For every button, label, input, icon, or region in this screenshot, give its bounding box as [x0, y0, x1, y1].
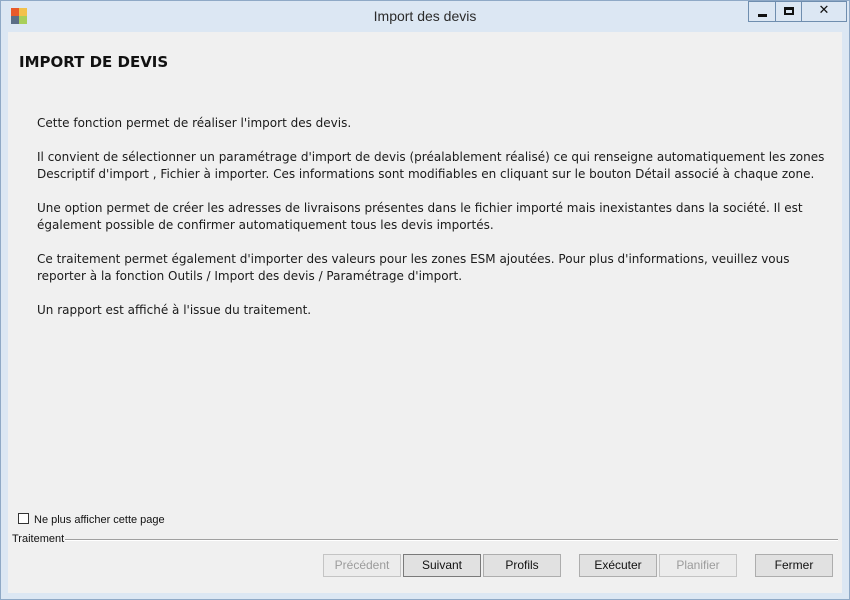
minimize-icon — [758, 14, 767, 17]
description-paragraph: Ce traitement permet également d'importe… — [37, 252, 790, 283]
traitement-group-label: Traitement — [12, 533, 65, 545]
maximize-icon — [784, 7, 794, 15]
precedent-button[interactable]: Précédent — [323, 554, 401, 577]
import-dialog-window: Import des devis ✕ IMPORT DE DEVIS Cette… — [0, 0, 850, 600]
planifier-button[interactable]: Planifier — [659, 554, 737, 577]
minimize-button[interactable] — [748, 1, 775, 22]
page-title: IMPORT DE DEVIS — [19, 53, 169, 71]
dont-show-checkbox[interactable] — [18, 513, 29, 524]
dont-show-label[interactable]: Ne plus afficher cette page — [34, 514, 165, 526]
suivant-button[interactable]: Suivant — [403, 554, 481, 577]
profils-button[interactable]: Profils — [483, 554, 561, 577]
dialog-content: IMPORT DE DEVIS Cette fonction permet de… — [8, 32, 842, 593]
executer-button[interactable]: Exécuter — [579, 554, 657, 577]
fermer-button[interactable]: Fermer — [755, 554, 833, 577]
description-paragraph: Cette fonction permet de réaliser l'impo… — [37, 116, 352, 130]
maximize-button[interactable] — [775, 1, 801, 22]
group-separator — [65, 539, 838, 541]
window-title: Import des devis — [373, 8, 477, 24]
close-icon: ✕ — [818, 3, 830, 18]
description-paragraph: Une option permet de créer les adresses … — [37, 201, 803, 232]
close-button[interactable]: ✕ — [801, 1, 847, 22]
description-paragraph: Il convient de sélectionner un paramétra… — [37, 150, 825, 181]
title-bar[interactable]: Import des devis ✕ — [1, 1, 849, 31]
description-paragraph: Un rapport est affiché à l'issue du trai… — [37, 303, 312, 317]
description: Cette fonction permet de réaliser l'impo… — [37, 115, 827, 336]
window-controls: ✕ — [748, 1, 847, 23]
